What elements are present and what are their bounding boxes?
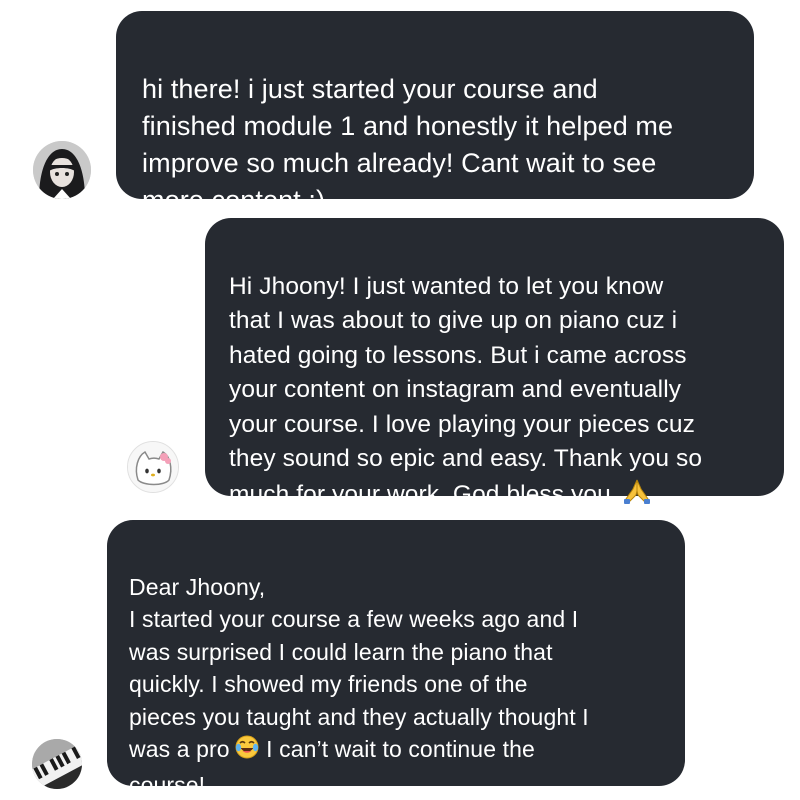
dark-haired-avatar-icon — [33, 141, 91, 199]
message-text-3-part-1: Dear Jhoony, I started your course a few… — [129, 573, 589, 763]
folded-hands-emoji-icon — [622, 477, 652, 516]
piano-avatar-icon — [32, 739, 82, 789]
message-text-1: hi there! i just started your course and… — [142, 74, 674, 215]
message-bubble-1[interactable]: hi there! i just started your course and… — [116, 11, 754, 215]
message-text-2: Hi Jhoony! I just wanted to let you know… — [229, 272, 703, 508]
message-bubble-3[interactable]: Dear Jhoony, I started your course a few… — [107, 520, 685, 798]
cat-avatar-icon — [128, 442, 178, 492]
laughing-tears-emoji-icon — [234, 734, 260, 769]
sender-avatar-2[interactable] — [127, 441, 179, 493]
sender-avatar-1[interactable] — [33, 141, 91, 199]
chat-thread: hi there! i just started your course and… — [0, 0, 800, 800]
sender-avatar-3[interactable] — [32, 739, 82, 789]
message-bubble-2[interactable]: Hi Jhoony! I just wanted to let you know… — [205, 218, 784, 508]
